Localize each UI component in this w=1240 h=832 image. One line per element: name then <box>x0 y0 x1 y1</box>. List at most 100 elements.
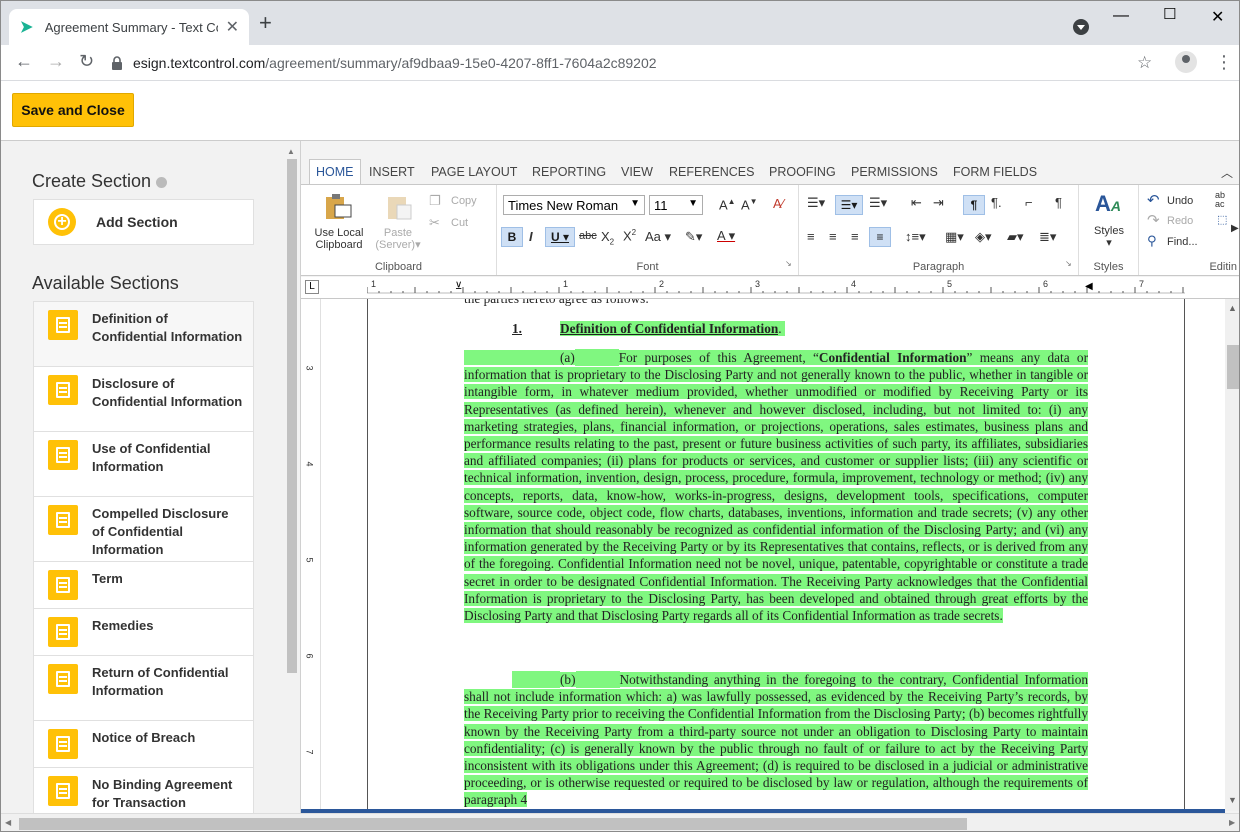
strikethrough-icon[interactable]: abc <box>579 230 597 242</box>
scroll-left-icon[interactable]: ◀ <box>5 818 11 827</box>
tab-proofing[interactable]: PROOFING <box>763 159 842 185</box>
highlight-color-icon[interactable]: ✎▾ <box>685 229 702 245</box>
maximize-icon[interactable]: ☐ <box>1163 5 1176 23</box>
tab-form-fields[interactable]: FORM FIELDS <box>947 159 1043 185</box>
vertical-ruler[interactable]: 3 4 5 6 7 <box>301 299 321 811</box>
document-scrollbar[interactable]: ▲ ▼ <box>1225 299 1239 811</box>
sidebar-scrollbar[interactable]: ▲ <box>285 147 297 811</box>
section-item[interactable]: Term <box>33 562 254 609</box>
select-icon[interactable]: ⬚ <box>1217 213 1227 226</box>
line-spacing-icon[interactable]: ↕≡▾ <box>905 229 926 245</box>
tab-references[interactable]: REFERENCES <box>663 159 760 185</box>
forward-icon[interactable]: → <box>47 51 65 72</box>
redo-button[interactable]: Redo <box>1167 215 1193 227</box>
save-and-close-button[interactable]: Save and Close <box>12 93 134 127</box>
section-item[interactable]: Definition of Confidential Information <box>33 301 254 367</box>
section-item[interactable]: Return of Confidential Information <box>33 656 254 721</box>
tab-permissions[interactable]: PERMISSIONS <box>845 159 944 185</box>
back-icon[interactable]: ← <box>15 51 33 72</box>
info-icon[interactable] <box>156 176 168 188</box>
document-area[interactable]: 3 4 5 6 7 the parties hereto agree as fo… <box>301 299 1225 811</box>
cut-button[interactable]: Cut <box>451 217 468 229</box>
font-size-select[interactable]: 11 ▼ <box>649 195 703 215</box>
document-page[interactable]: the parties hereto agree as follows: 1. D… <box>367 299 1185 811</box>
multilevel-list-icon[interactable]: ☰▾ <box>869 195 887 211</box>
justify-icon[interactable]: ≡ <box>869 227 891 247</box>
superscript-icon[interactable]: X2 <box>623 228 636 243</box>
section-item[interactable]: Use of Confidential Information <box>33 432 254 497</box>
line-style-icon[interactable]: ≣▾ <box>1039 229 1056 245</box>
change-case-icon[interactable]: Aa ▾ <box>645 229 671 245</box>
section-item[interactable]: Notice of Breach <box>33 721 254 768</box>
grow-font-icon[interactable]: A▲ <box>719 197 736 212</box>
paragraph-a-label: (a) <box>560 350 575 365</box>
add-section-button[interactable]: + Add Section <box>33 199 254 245</box>
section-label: Compelled Disclosure of Confidential Inf… <box>92 506 229 557</box>
browser-window: Agreement Summary - Text Cont ✕ + — ☐ ✕ … <box>0 0 1240 832</box>
window-close-icon[interactable]: ✕ <box>1211 7 1224 27</box>
collapse-ribbon-icon[interactable]: ︿ <box>1215 159 1239 185</box>
align-right-icon[interactable]: ≡ <box>851 229 859 244</box>
subscript-icon[interactable]: X2 <box>601 229 614 247</box>
new-tab-icon[interactable]: + <box>259 12 272 34</box>
tab-reporting[interactable]: REPORTING <box>526 159 612 185</box>
clear-formatting-icon[interactable]: A⁄ <box>773 196 784 211</box>
indent-marker-icon[interactable]: ⊻ <box>455 281 462 292</box>
copy-button[interactable]: Copy <box>451 195 477 207</box>
bookmark-star-icon[interactable]: ☆ <box>1137 53 1152 73</box>
increase-indent-icon[interactable]: ⇥ <box>933 195 944 211</box>
styles-button[interactable]: Styles ▾ <box>1079 225 1139 249</box>
font-color-icon[interactable]: A ▾ <box>717 228 735 244</box>
page-horizontal-scrollbar[interactable]: ◀ ▶ <box>1 813 1239 831</box>
tab-close-icon[interactable]: ✕ <box>226 17 239 37</box>
browser-menu-icon[interactable]: ⋮ <box>1215 52 1233 73</box>
show-marks-icon[interactable]: ¶ <box>963 195 985 215</box>
scroll-thumb[interactable] <box>1227 345 1239 389</box>
align-left-icon[interactable]: ≡ <box>807 229 815 244</box>
browser-tab[interactable]: Agreement Summary - Text Cont ✕ <box>9 9 249 45</box>
bold-icon[interactable]: B <box>501 227 523 247</box>
tab-insert[interactable]: INSERT <box>363 159 421 185</box>
section-item[interactable]: Disclosure of Confidential Information <box>33 367 254 432</box>
horizontal-scroll-thumb[interactable] <box>19 818 967 830</box>
underline-icon[interactable]: U ▾ <box>545 227 575 247</box>
reload-icon[interactable]: ↻ <box>79 51 94 72</box>
account-avatar-icon[interactable] <box>1175 51 1197 73</box>
replace-icon[interactable]: ab ac <box>1215 191 1225 209</box>
ribbon-scroll-right-icon[interactable]: ▶ <box>1231 223 1239 234</box>
right-indent-marker-icon[interactable]: ◀ <box>1085 281 1093 292</box>
decrease-indent-icon[interactable]: ⇤ <box>911 195 922 211</box>
align-center-icon[interactable]: ≡ <box>829 229 837 244</box>
tab-page-layout[interactable]: PAGE LAYOUT <box>425 159 523 185</box>
font-family-select[interactable]: Times New Roman ▼ <box>503 195 645 215</box>
tab-home[interactable]: HOME <box>309 159 361 185</box>
horizontal-ruler[interactable]: L 1 1 2 3 4 5 6 7 ⊻ ◀ <box>301 277 1239 299</box>
shading-icon[interactable]: ◈▾ <box>975 229 992 245</box>
rtl-paragraph-icon[interactable]: ¶. <box>991 195 1002 210</box>
find-button[interactable]: Find... <box>1167 236 1198 248</box>
tab-view[interactable]: VIEW <box>615 159 659 185</box>
available-sections-heading: Available Sections <box>32 273 179 293</box>
undo-button[interactable]: Undo <box>1167 195 1193 207</box>
italic-icon[interactable]: I <box>529 229 533 244</box>
paste-server-button[interactable]: Paste (Server)▾ <box>371 227 425 251</box>
tab-stop-selector-icon[interactable]: L <box>305 280 319 294</box>
scroll-down-icon[interactable]: ▼ <box>1228 795 1237 805</box>
editing-group-label: Editin <box>1209 261 1237 273</box>
use-local-clipboard-button[interactable]: Use Local Clipboard <box>309 227 369 251</box>
section-item[interactable]: Remedies <box>33 609 254 656</box>
shrink-font-icon[interactable]: A▼ <box>741 197 758 212</box>
section-item[interactable]: Compelled Disclosure of Confidential Inf… <box>33 497 254 562</box>
scroll-up-icon[interactable]: ▲ <box>1228 303 1237 313</box>
profile-menu-icon[interactable] <box>1073 19 1089 35</box>
pilcrow-icon[interactable]: ¶ <box>1055 195 1062 210</box>
document-icon <box>48 664 78 694</box>
frame-color-icon[interactable]: ▰▾ <box>1007 229 1024 245</box>
address-bar[interactable]: esign.textcontrol.com/agreement/summary/… <box>111 49 1167 77</box>
minimize-icon[interactable]: — <box>1113 7 1129 25</box>
text-frame-icon[interactable]: ⌐ <box>1025 195 1033 210</box>
scroll-right-icon[interactable]: ▶ <box>1229 818 1235 827</box>
numbering-icon[interactable]: ☰▾ <box>835 195 863 215</box>
bullets-icon[interactable]: ☰▾ <box>807 195 825 211</box>
borders-icon[interactable]: ▦▾ <box>945 229 964 245</box>
